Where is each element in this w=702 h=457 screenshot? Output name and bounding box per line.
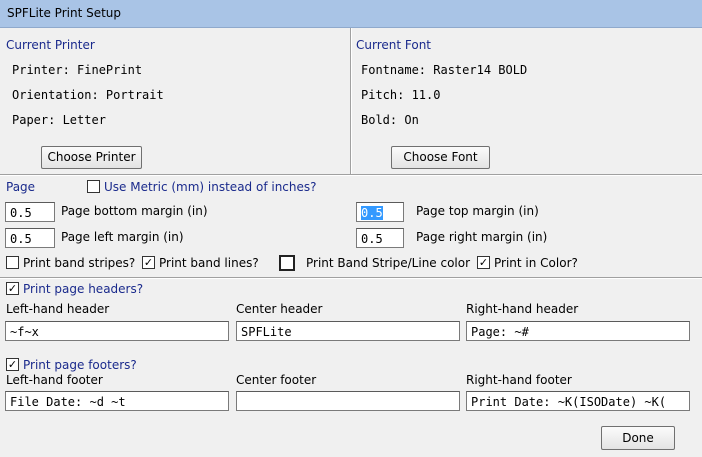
printer-orientation: Orientation: Portrait [12, 88, 164, 102]
right-header-label: Right-hand header [466, 302, 579, 316]
metric-label: Use Metric (mm) instead of inches? [104, 180, 317, 194]
title-bar: SPFLite Print Setup [0, 0, 702, 28]
left-footer-input[interactable]: File Date: ~d ~t [5, 391, 229, 411]
band-lines-checkbox[interactable]: ✓ [142, 256, 155, 269]
metric-checkbox[interactable] [87, 180, 100, 193]
choose-font-button[interactable]: Choose Font [391, 146, 490, 169]
top-margin-selected-value: 0.5 [361, 206, 383, 220]
printer-font-divider [350, 28, 352, 174]
center-footer-label: Center footer [236, 373, 317, 387]
font-bold: Bold: On [361, 113, 419, 127]
print-color-check-mark: ✓ [478, 256, 489, 269]
done-button[interactable]: Done [601, 426, 675, 450]
separator-headers [0, 277, 702, 279]
print-headers-check-mark: ✓ [7, 282, 18, 295]
print-footers-checkbox[interactable]: ✓ [6, 358, 19, 371]
print-color-label: Print in Color? [494, 256, 578, 270]
current-font-heading: Current Font [356, 38, 432, 52]
left-margin-input[interactable]: 0.5 [5, 228, 55, 248]
center-header-input[interactable]: SPFLite [236, 321, 460, 341]
choose-printer-button[interactable]: Choose Printer [41, 146, 142, 169]
stripe-color-swatch[interactable] [279, 255, 295, 271]
print-footers-label: Print page footers? [23, 358, 137, 372]
font-name: Fontname: Raster14 BOLD [361, 63, 528, 77]
print-color-checkbox[interactable]: ✓ [477, 256, 490, 269]
print-footers-check-mark: ✓ [7, 358, 18, 371]
window-title: SPFLite Print Setup [7, 6, 122, 20]
band-lines-label: Print band lines? [159, 256, 259, 270]
printer-paper: Paper: Letter [12, 113, 106, 127]
center-footer-input[interactable] [236, 391, 460, 411]
print-headers-checkbox[interactable]: ✓ [6, 282, 19, 295]
right-footer-input[interactable]: Print Date: ~K(ISODate) ~K( [466, 391, 690, 411]
band-stripes-label: Print band stripes? [23, 256, 136, 270]
page-heading: Page [6, 180, 36, 194]
print-headers-label: Print page headers? [23, 282, 144, 296]
right-header-input[interactable]: Page: ~# [466, 321, 690, 341]
band-lines-check-mark: ✓ [143, 256, 154, 269]
left-header-input[interactable]: ~f~x [5, 321, 229, 341]
right-margin-label: Page right margin (in) [416, 230, 548, 244]
center-header-label: Center header [236, 302, 323, 316]
bottom-margin-input[interactable]: 0.5 [5, 202, 55, 222]
left-footer-label: Left-hand footer [6, 373, 103, 387]
font-pitch: Pitch: 11.0 [361, 88, 441, 102]
stripe-color-label: Print Band Stripe/Line color [306, 256, 471, 270]
current-printer-heading: Current Printer [6, 38, 95, 52]
printer-name: Printer: FinePrint [12, 63, 143, 77]
right-footer-label: Right-hand footer [466, 373, 572, 387]
left-margin-label: Page left margin (in) [61, 230, 184, 244]
right-margin-input[interactable]: 0.5 [356, 228, 404, 248]
bottom-margin-label: Page bottom margin (in) [61, 204, 208, 218]
top-margin-label: Page top margin (in) [416, 204, 539, 218]
separator-page [0, 174, 702, 176]
left-header-label: Left-hand header [6, 302, 110, 316]
band-stripes-checkbox[interactable] [6, 256, 19, 269]
top-margin-input[interactable]: 0.5 [356, 202, 404, 222]
